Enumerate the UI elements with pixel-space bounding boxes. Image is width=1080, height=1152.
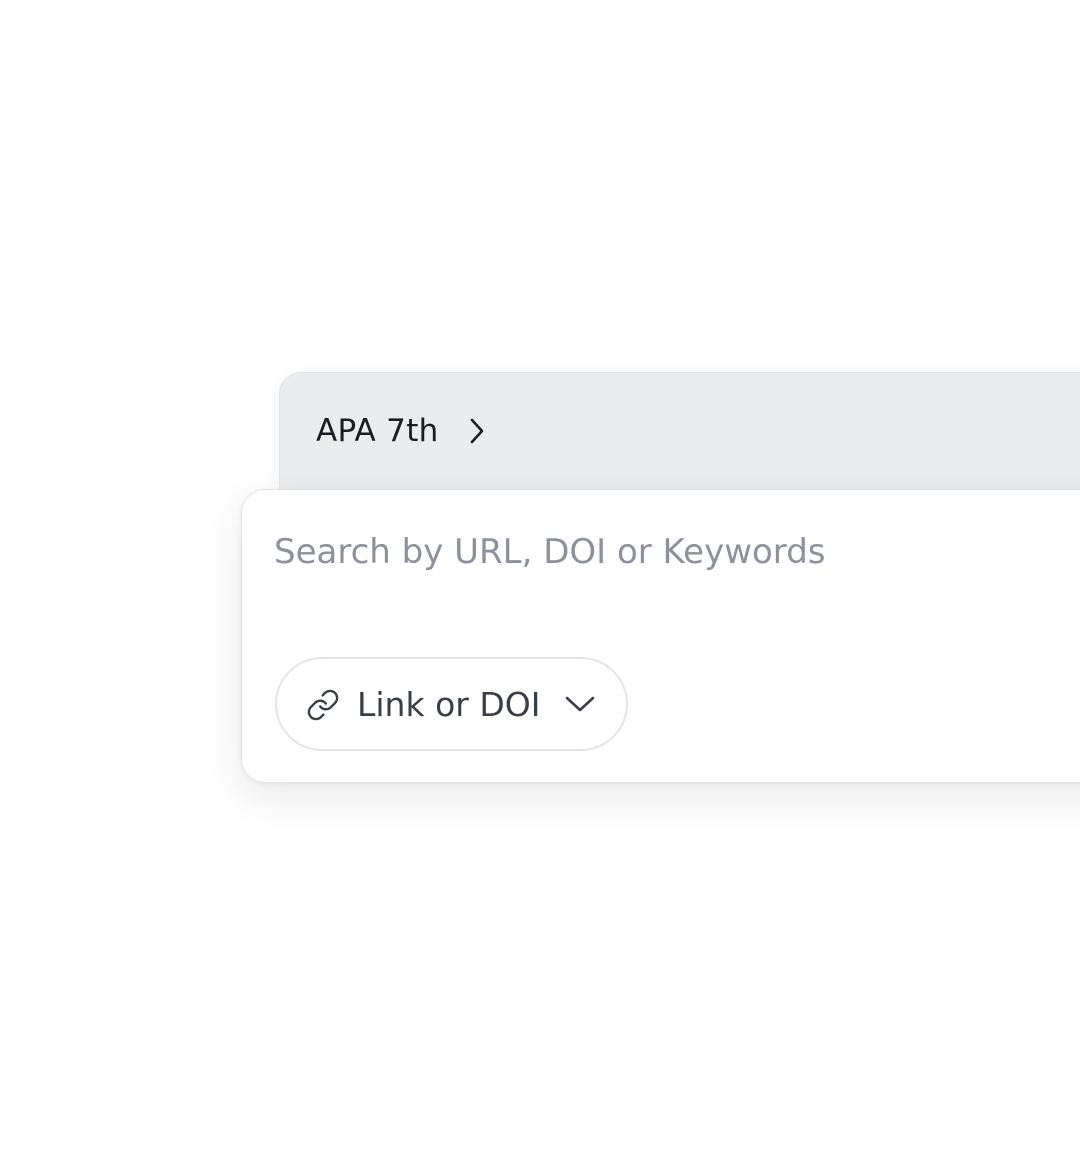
search-card: Link or DOI (241, 489, 1080, 783)
search-input[interactable] (274, 524, 1080, 580)
page: APA 7th Link or DOI (0, 0, 1080, 1152)
chevron-right-icon (466, 416, 488, 446)
chevron-down-icon (564, 693, 596, 715)
source-type-dropdown[interactable]: Link or DOI (275, 657, 628, 751)
link-icon (306, 688, 340, 722)
source-type-label: Link or DOI (357, 685, 541, 724)
citation-style-label: APA 7th (316, 413, 439, 449)
